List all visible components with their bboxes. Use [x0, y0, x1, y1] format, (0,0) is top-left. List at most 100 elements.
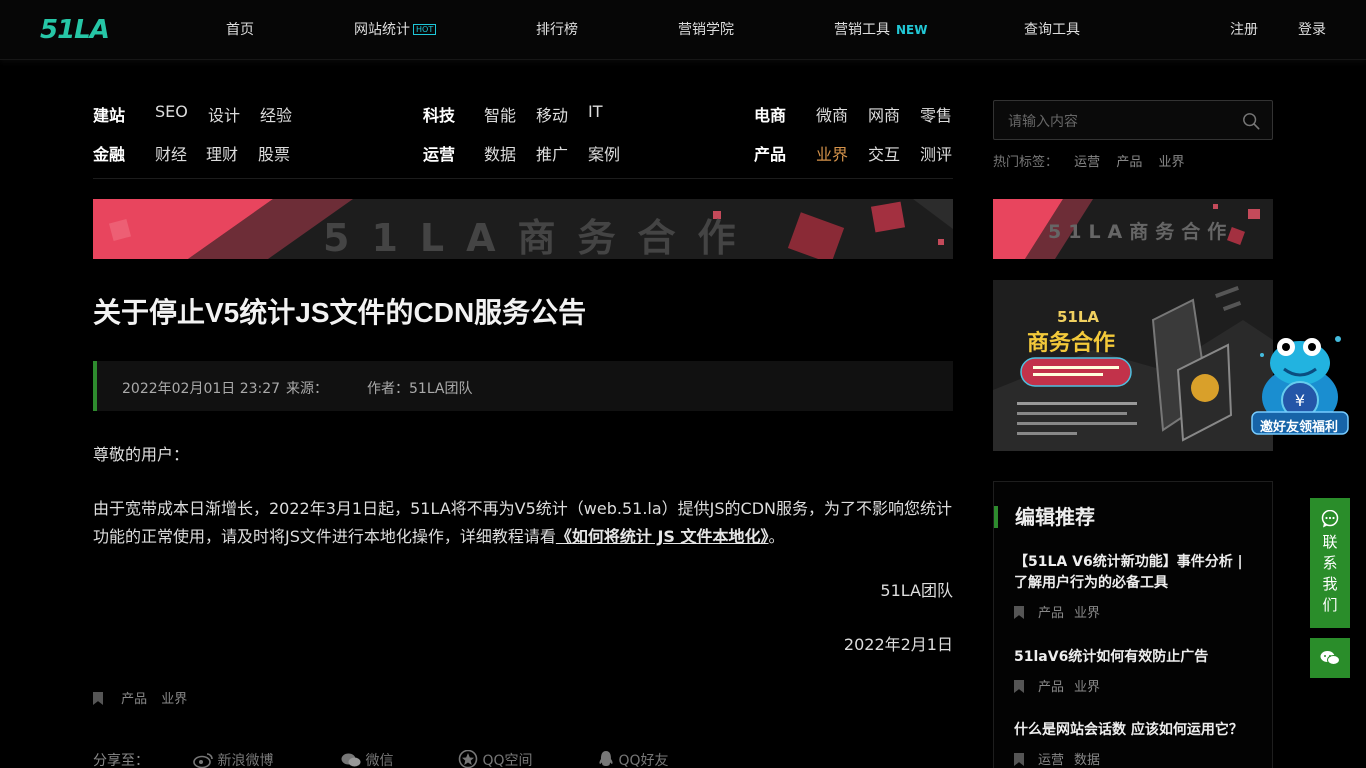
share-weibo-label: 新浪微博	[217, 753, 274, 768]
hot-badge: HOT	[413, 24, 437, 35]
share-bar: 分享至： 新浪微博 微信 QQ空间 QQ好友	[93, 749, 669, 768]
category-industry[interactable]: 业界	[816, 141, 848, 165]
category-economics[interactable]: 财经	[155, 141, 187, 165]
contact-char: 联	[1322, 533, 1338, 551]
category-cases[interactable]: 案例	[588, 141, 620, 165]
recommend-heading: 编辑推荐	[994, 506, 1095, 528]
bookmark-icon	[1014, 680, 1024, 693]
nav-academy[interactable]: 营销学院	[678, 21, 734, 39]
wechat-icon	[341, 753, 361, 767]
nav-query-tools[interactable]: 查询工具	[1024, 21, 1080, 39]
contact-char: 我	[1322, 575, 1338, 593]
category-promotion[interactable]: 推广	[536, 141, 568, 165]
share-wechat[interactable]: 微信	[341, 750, 393, 768]
recommend-item-title[interactable]: 什么是网站会话数 应该如何运用它？	[1014, 720, 1259, 741]
contact-us-button[interactable]: 联 系 我 们	[1310, 498, 1350, 628]
wechat-icon	[1320, 651, 1340, 665]
category-retail[interactable]: 零售	[920, 102, 952, 126]
invite-friends-widget[interactable]: ¥ 邀好友领福利	[1250, 325, 1350, 440]
share-wechat-label: 微信	[365, 753, 394, 768]
promo-brand: 51LA	[1057, 308, 1100, 326]
hot-tag[interactable]: 业界	[1158, 155, 1184, 170]
category-mobile[interactable]: 移动	[536, 102, 568, 126]
search-input[interactable]	[1008, 110, 1228, 132]
nav-site-stats[interactable]: 网站统计 HOT	[354, 21, 437, 39]
category-head-operations[interactable]: 运营	[423, 141, 455, 165]
article-tag[interactable]: 产品	[121, 692, 147, 707]
category-it[interactable]: IT	[588, 102, 603, 121]
search-icon[interactable]	[1242, 112, 1260, 130]
bookmark-icon	[93, 692, 103, 705]
category-design[interactable]: 设计	[208, 102, 240, 126]
contact-char: 系	[1322, 554, 1338, 572]
editor-recommend-panel: 编辑推荐 【51LA V6统计新功能】事件分析 | 了解用户行为的必备工具 产品…	[993, 481, 1273, 768]
bookmark-icon	[1014, 606, 1024, 619]
article-author: 作者：51LA团队	[367, 381, 473, 397]
promo-card[interactable]: 51LA 商务合作	[993, 280, 1273, 451]
category-online-store[interactable]: 网商	[868, 102, 900, 126]
share-label: 分享至：	[93, 753, 149, 768]
category-experience[interactable]: 经验	[260, 102, 292, 126]
recommend-tag[interactable]: 数据	[1074, 753, 1100, 768]
recommend-item-title[interactable]: 51laV6统计如何有效防止广告	[1014, 647, 1259, 668]
recommend-tag[interactable]: 业界	[1074, 680, 1100, 695]
login-link[interactable]: 登录	[1298, 21, 1326, 39]
hot-tag[interactable]: 产品	[1116, 155, 1142, 170]
category-ai[interactable]: 智能	[484, 102, 516, 126]
category-head-product[interactable]: 产品	[754, 141, 786, 165]
weibo-icon	[193, 753, 213, 768]
category-head-build[interactable]: 建站	[93, 102, 125, 126]
hot-tags-label: 热门标签：	[993, 155, 1059, 170]
category-head-finance[interactable]: 金融	[93, 141, 125, 165]
contact-label: 联 系 我 们	[1310, 532, 1350, 616]
category-interaction[interactable]: 交互	[868, 141, 900, 165]
article-tags: 产品 业界	[93, 688, 187, 707]
recommend-tag[interactable]: 业界	[1074, 606, 1100, 621]
article-source: 来源：	[286, 381, 328, 397]
article-signature: 51LA团队	[880, 581, 953, 600]
banner-side-text: 51LA商务合作	[1048, 221, 1234, 243]
svg-text:¥: ¥	[1295, 391, 1305, 410]
category-stocks[interactable]: 股票	[258, 141, 290, 165]
chat-bubble-icon	[1321, 509, 1339, 528]
nav-ranking[interactable]: 排行榜	[536, 21, 578, 39]
category-reviews[interactable]: 测评	[920, 141, 952, 165]
share-weibo[interactable]: 新浪微博	[193, 750, 273, 768]
article-body-end: 。	[768, 527, 785, 546]
logo[interactable]: 51LA	[40, 16, 110, 44]
bookmark-icon	[1014, 753, 1024, 766]
share-qq-label: QQ好友	[618, 753, 669, 768]
article-sign-date: 2022年2月1日	[843, 635, 953, 654]
nav-home[interactable]: 首页	[226, 21, 254, 39]
register-link[interactable]: 注册	[1230, 21, 1258, 39]
category-wealth[interactable]: 理财	[206, 141, 238, 165]
recommend-item-title[interactable]: 【51LA V6统计新功能】事件分析 | 了解用户行为的必备工具	[1014, 552, 1259, 594]
business-banner-side[interactable]: 51LA商务合作	[993, 199, 1273, 259]
top-navbar: 51LA 首页 网站统计 HOT 排行榜 营销学院 营销工具 NEW 查询工具 注册…	[0, 0, 1366, 60]
search-box	[993, 100, 1273, 140]
share-qzone[interactable]: QQ空间	[458, 749, 533, 768]
recommend-item-tags: 产品 业界	[1014, 676, 1100, 695]
recommend-tag[interactable]: 运营	[1038, 753, 1064, 768]
recommend-item-tags: 运营 数据	[1014, 749, 1100, 768]
promo-graphic	[993, 280, 1273, 451]
category-data[interactable]: 数据	[484, 141, 516, 165]
business-banner[interactable]: 51LA商务合作	[93, 199, 953, 259]
hot-tags: 热门标签： 运营 产品 业界	[993, 151, 1184, 170]
hot-tag[interactable]: 运营	[1074, 155, 1100, 170]
qzone-icon	[458, 749, 478, 768]
category-wechat-commerce[interactable]: 微商	[816, 102, 848, 126]
recommend-tag[interactable]: 产品	[1038, 680, 1064, 695]
category-head-ecommerce[interactable]: 电商	[754, 102, 786, 126]
article-tag[interactable]: 业界	[161, 692, 187, 707]
article-body-text: 由于宽带成本日渐增长，2022年3月1日起，51LA将不再为V5统计（web.5…	[93, 499, 952, 546]
tutorial-link[interactable]: 《如何将统计 JS 文件本地化》	[556, 527, 769, 546]
article-title: 关于停止V5统计JS文件的CDN服务公告	[93, 297, 587, 328]
banner-text: 51LA商务合作	[323, 216, 758, 259]
share-qq[interactable]: QQ好友	[598, 750, 669, 768]
wechat-float-button[interactable]	[1310, 638, 1350, 678]
category-head-tech[interactable]: 科技	[423, 102, 455, 126]
category-seo[interactable]: SEO	[155, 102, 188, 121]
recommend-tag[interactable]: 产品	[1038, 606, 1064, 621]
nav-marketing-tools[interactable]: 营销工具 NEW	[834, 21, 927, 39]
